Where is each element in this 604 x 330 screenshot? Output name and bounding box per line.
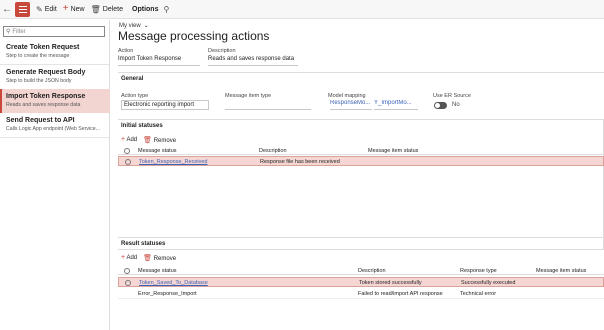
details-pane: My view ⌄ Message processing actions Act… — [114, 20, 604, 330]
edit-button[interactable]: ✎ Edit — [36, 5, 57, 14]
action-label: Action — [118, 48, 134, 54]
message-item-type-field[interactable] — [225, 100, 311, 110]
trash-icon: 🗑 — [90, 4, 101, 14]
left-list-pane: ⚲ Filter Create Token Request Step to cr… — [0, 20, 110, 330]
message-item-type-label: Message item type — [225, 93, 272, 99]
pencil-icon: ✎ — [36, 4, 43, 14]
list-item-generate-request-body[interactable]: Generate Request Body Step to build the … — [0, 65, 110, 89]
select-all-radio[interactable] — [124, 148, 130, 154]
initial-add-button[interactable]: + Add — [121, 136, 137, 144]
list-item-create-token-request[interactable]: Create Token Request Step to create the … — [0, 40, 110, 64]
action-type-label: Action type — [121, 93, 149, 99]
use-er-source-label: Use ER Source — [433, 93, 471, 99]
initial-remove-button[interactable]: 🗑 Remove — [143, 136, 176, 144]
trash-icon: 🗑 — [143, 137, 153, 144]
chevron-down-icon: ⌄ — [143, 23, 149, 29]
model-mapping-link-2[interactable]: Y_ImportMo... — [374, 100, 418, 110]
options-tab[interactable]: Options — [132, 6, 158, 13]
action-type-field[interactable]: Electronic reporting import — [121, 100, 209, 110]
initial-statuses-section: Initial statuses + Add 🗑 Remove Message … — [118, 119, 604, 250]
back-arrow-icon: ← — [2, 3, 12, 15]
row-select-radio[interactable] — [125, 159, 131, 165]
initial-statuses-header[interactable]: Initial statuses — [121, 123, 163, 129]
search-icon[interactable]: ⚲ — [163, 5, 169, 14]
description-field[interactable]: Reads and saves response data — [208, 56, 298, 66]
plus-icon: + — [62, 3, 69, 14]
row-select-radio[interactable] — [125, 280, 131, 286]
list-item-import-token-response[interactable]: Import Token Response Reads and saves re… — [0, 89, 110, 113]
page-title: Message processing actions — [118, 29, 270, 43]
hamburger-menu-button[interactable] — [15, 1, 30, 17]
description-label: Description — [208, 48, 236, 54]
model-mapping-label: Model mapping — [328, 93, 366, 99]
new-button[interactable]: + New — [62, 3, 85, 14]
result-remove-button[interactable]: 🗑 Remove — [143, 254, 176, 262]
select-all-radio[interactable] — [124, 268, 130, 274]
back-button[interactable]: ← — [0, 0, 14, 19]
plus-icon: + — [121, 136, 126, 143]
list-item-send-request-to-api[interactable]: Send Request to API Calls Logic App endp… — [0, 113, 110, 137]
plus-icon: + — [121, 254, 126, 261]
filter-input[interactable]: ⚲ Filter — [3, 26, 105, 37]
use-er-source-value: No — [452, 102, 460, 108]
result-statuses-section: Result statuses + Add 🗑 Remove Message s… — [118, 237, 604, 330]
general-section: General Action type Electronic reporting… — [118, 72, 604, 122]
initial-grid-header: Message status Description Message item … — [118, 146, 604, 155]
search-icon: ⚲ — [6, 29, 11, 35]
result-statuses-header[interactable]: Result statuses — [121, 241, 165, 247]
result-grid-header: Message status Description Response type… — [118, 266, 604, 275]
delete-button[interactable]: 🗑 Delete — [91, 5, 123, 14]
result-add-button[interactable]: + Add — [121, 254, 137, 262]
action-field[interactable]: Import Token Response — [118, 56, 200, 66]
table-row[interactable]: Token_Response_Received Response file ha… — [118, 156, 604, 166]
general-header[interactable]: General — [121, 76, 143, 82]
table-row[interactable]: Error_Response_Import Failed to read/imp… — [118, 289, 604, 299]
model-mapping-link-1[interactable]: ResponseMo... — [330, 100, 372, 110]
view-selector[interactable]: My view ⌄ — [119, 22, 149, 30]
table-row[interactable]: Token_Saved_To_Database Token stored suc… — [118, 277, 604, 287]
trash-icon: 🗑 — [143, 255, 153, 262]
action-pane: ← ✎ Edit + New 🗑 Delete Options ⚲ — [0, 0, 604, 19]
use-er-source-toggle[interactable] — [434, 102, 447, 109]
